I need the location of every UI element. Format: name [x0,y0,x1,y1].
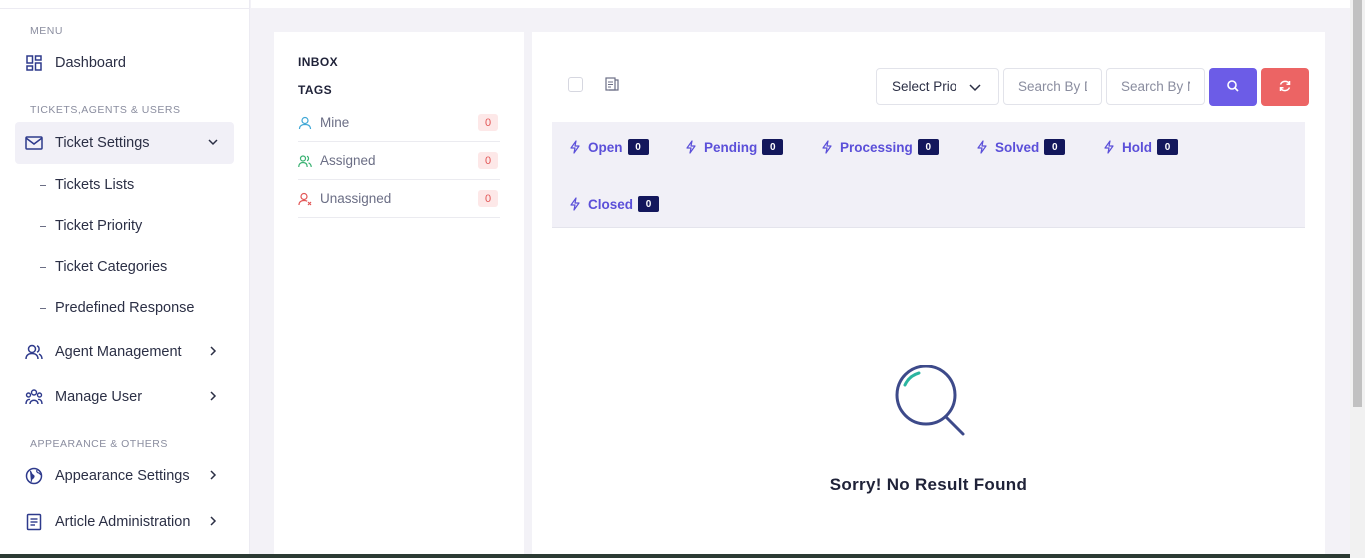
article-icon [25,513,43,531]
sidebar-item-manage-user[interactable]: Manage User [15,376,234,418]
sidebar-item-label: Dashboard [55,55,126,71]
bolt-icon [976,140,988,154]
status-tab-processing[interactable]: Processing 0 [821,139,939,155]
sidebar-subitem-label: Tickets Lists [55,177,135,193]
users-icon [298,154,312,168]
status-tab-hold[interactable]: Hold 0 [1103,139,1178,155]
chevron-right-icon [206,514,220,528]
bolt-icon [685,140,697,154]
status-tab-open[interactable]: Open 0 [569,139,649,155]
status-tab-closed[interactable]: Closed 0 [569,196,660,212]
priority-select-value: Select Priority [892,79,956,94]
tag-count-badge: 0 [478,190,498,207]
empty-state-message: Sorry! No Result Found [829,475,1028,494]
sidebar-divider [0,8,250,9]
dash-bullet [40,266,46,268]
priority-select[interactable]: Select Priority [876,68,999,105]
mail-icon [25,134,43,152]
search-button[interactable] [1209,68,1257,106]
users-icon [25,388,43,406]
bolt-icon [821,140,833,154]
status-tab-pending[interactable]: Pending 0 [685,139,784,155]
globe-icon [25,467,43,485]
user-x-icon [298,192,312,206]
sidebar: MENU Dashboard TICKETS,AGENTS & USERS Ti… [0,0,250,558]
sidebar-subitem-ticket-categories[interactable]: Ticket Categories [40,259,167,275]
tag-item-unassigned[interactable]: Unassigned 0 [298,180,500,218]
sidebar-subitem-predefined-response[interactable]: Predefined Response [40,300,194,316]
bottom-edge [0,554,1350,558]
bolt-icon [569,140,581,154]
status-label: Processing [840,139,913,155]
status-count-badge: 0 [1044,139,1066,155]
refresh-icon [1278,79,1292,96]
sidebar-item-label: Agent Management [55,344,182,360]
dash-bullet [40,184,46,186]
tag-label: Assigned [320,153,376,168]
chevron-right-icon [206,468,220,482]
header-strip [251,0,1350,8]
tag-count-badge: 0 [478,114,498,131]
tag-item-assigned[interactable]: Assigned 0 [298,142,500,180]
sidebar-item-dashboard[interactable]: Dashboard [15,42,234,84]
sidebar-subitem-label: Ticket Priority [55,218,143,234]
scrollbar-thumb[interactable] [1353,0,1362,407]
tag-label: Mine [320,115,350,130]
inbox-panel: INBOX TAGS Mine 0 Assigned 0 Unassigned … [274,32,524,558]
status-label: Solved [995,139,1040,155]
sidebar-subitem-label: Ticket Categories [55,259,168,275]
reset-button[interactable] [1261,68,1309,106]
status-filter-bar: Open 0 Pending 0 Processing 0 Solved 0 H… [552,122,1305,228]
section-label-tickets: TICKETS,AGENTS & USERS [30,104,181,116]
status-label: Open [588,139,623,155]
sidebar-item-agent-management[interactable]: Agent Management [15,331,234,373]
sidebar-subitem-ticket-priority[interactable]: Ticket Priority [40,218,142,234]
section-label-menu: MENU [30,25,63,37]
dashboard-icon [25,54,43,72]
bolt-icon [569,197,581,211]
chevron-down-icon [206,135,220,149]
status-label: Closed [588,196,634,212]
status-count-badge: 0 [917,139,939,155]
chevron-right-icon [206,389,220,403]
status-count-badge: 0 [762,139,784,155]
sidebar-item-label: Ticket Settings [55,135,150,151]
search-by-date-input[interactable] [1003,68,1102,105]
status-label: Pending [704,139,758,155]
sidebar-item-label: Manage User [55,389,143,405]
chevron-down-icon [968,80,982,94]
sidebar-item-label: Article Administration [55,514,191,530]
sidebar-item-article-administration[interactable]: Article Administration [15,501,234,543]
bolt-icon [1103,140,1115,154]
sidebar-item-appearance-settings[interactable]: Appearance Settings [15,455,234,497]
tags-heading: TAGS [298,83,333,97]
tag-count-badge: 0 [478,152,498,169]
dash-bullet [40,307,46,309]
sidebar-item-label: Appearance Settings [55,468,190,484]
sidebar-item-ticket-settings[interactable]: Ticket Settings [15,122,234,164]
chevron-right-icon [206,344,220,358]
tag-item-mine[interactable]: Mine 0 [298,104,500,142]
status-count-badge: 0 [627,139,649,155]
tickets-panel: Select Priority Open 0 Pending 0 Process… [532,32,1325,558]
status-label: Hold [1122,139,1152,155]
agents-icon [25,343,43,361]
sidebar-subitem-tickets-lists[interactable]: Tickets Lists [40,177,134,193]
select-all-checkbox[interactable] [568,77,583,92]
section-label-appearance: APPEARANCE & OTHERS [30,438,168,450]
sidebar-subitem-label: Predefined Response [55,300,195,316]
tag-label: Unassigned [320,191,392,206]
status-count-badge: 0 [1157,139,1178,155]
magnifier-icon [893,364,967,439]
user-icon [298,116,312,130]
inbox-heading[interactable]: INBOX [298,55,338,69]
export-pdf-icon[interactable] [605,77,619,91]
status-count-badge: 0 [638,196,660,212]
search-by-name-input[interactable] [1106,68,1205,105]
page-scrollbar[interactable] [1350,0,1365,558]
status-tab-solved[interactable]: Solved 0 [976,139,1066,155]
dash-bullet [40,225,46,227]
search-icon [1226,79,1240,96]
